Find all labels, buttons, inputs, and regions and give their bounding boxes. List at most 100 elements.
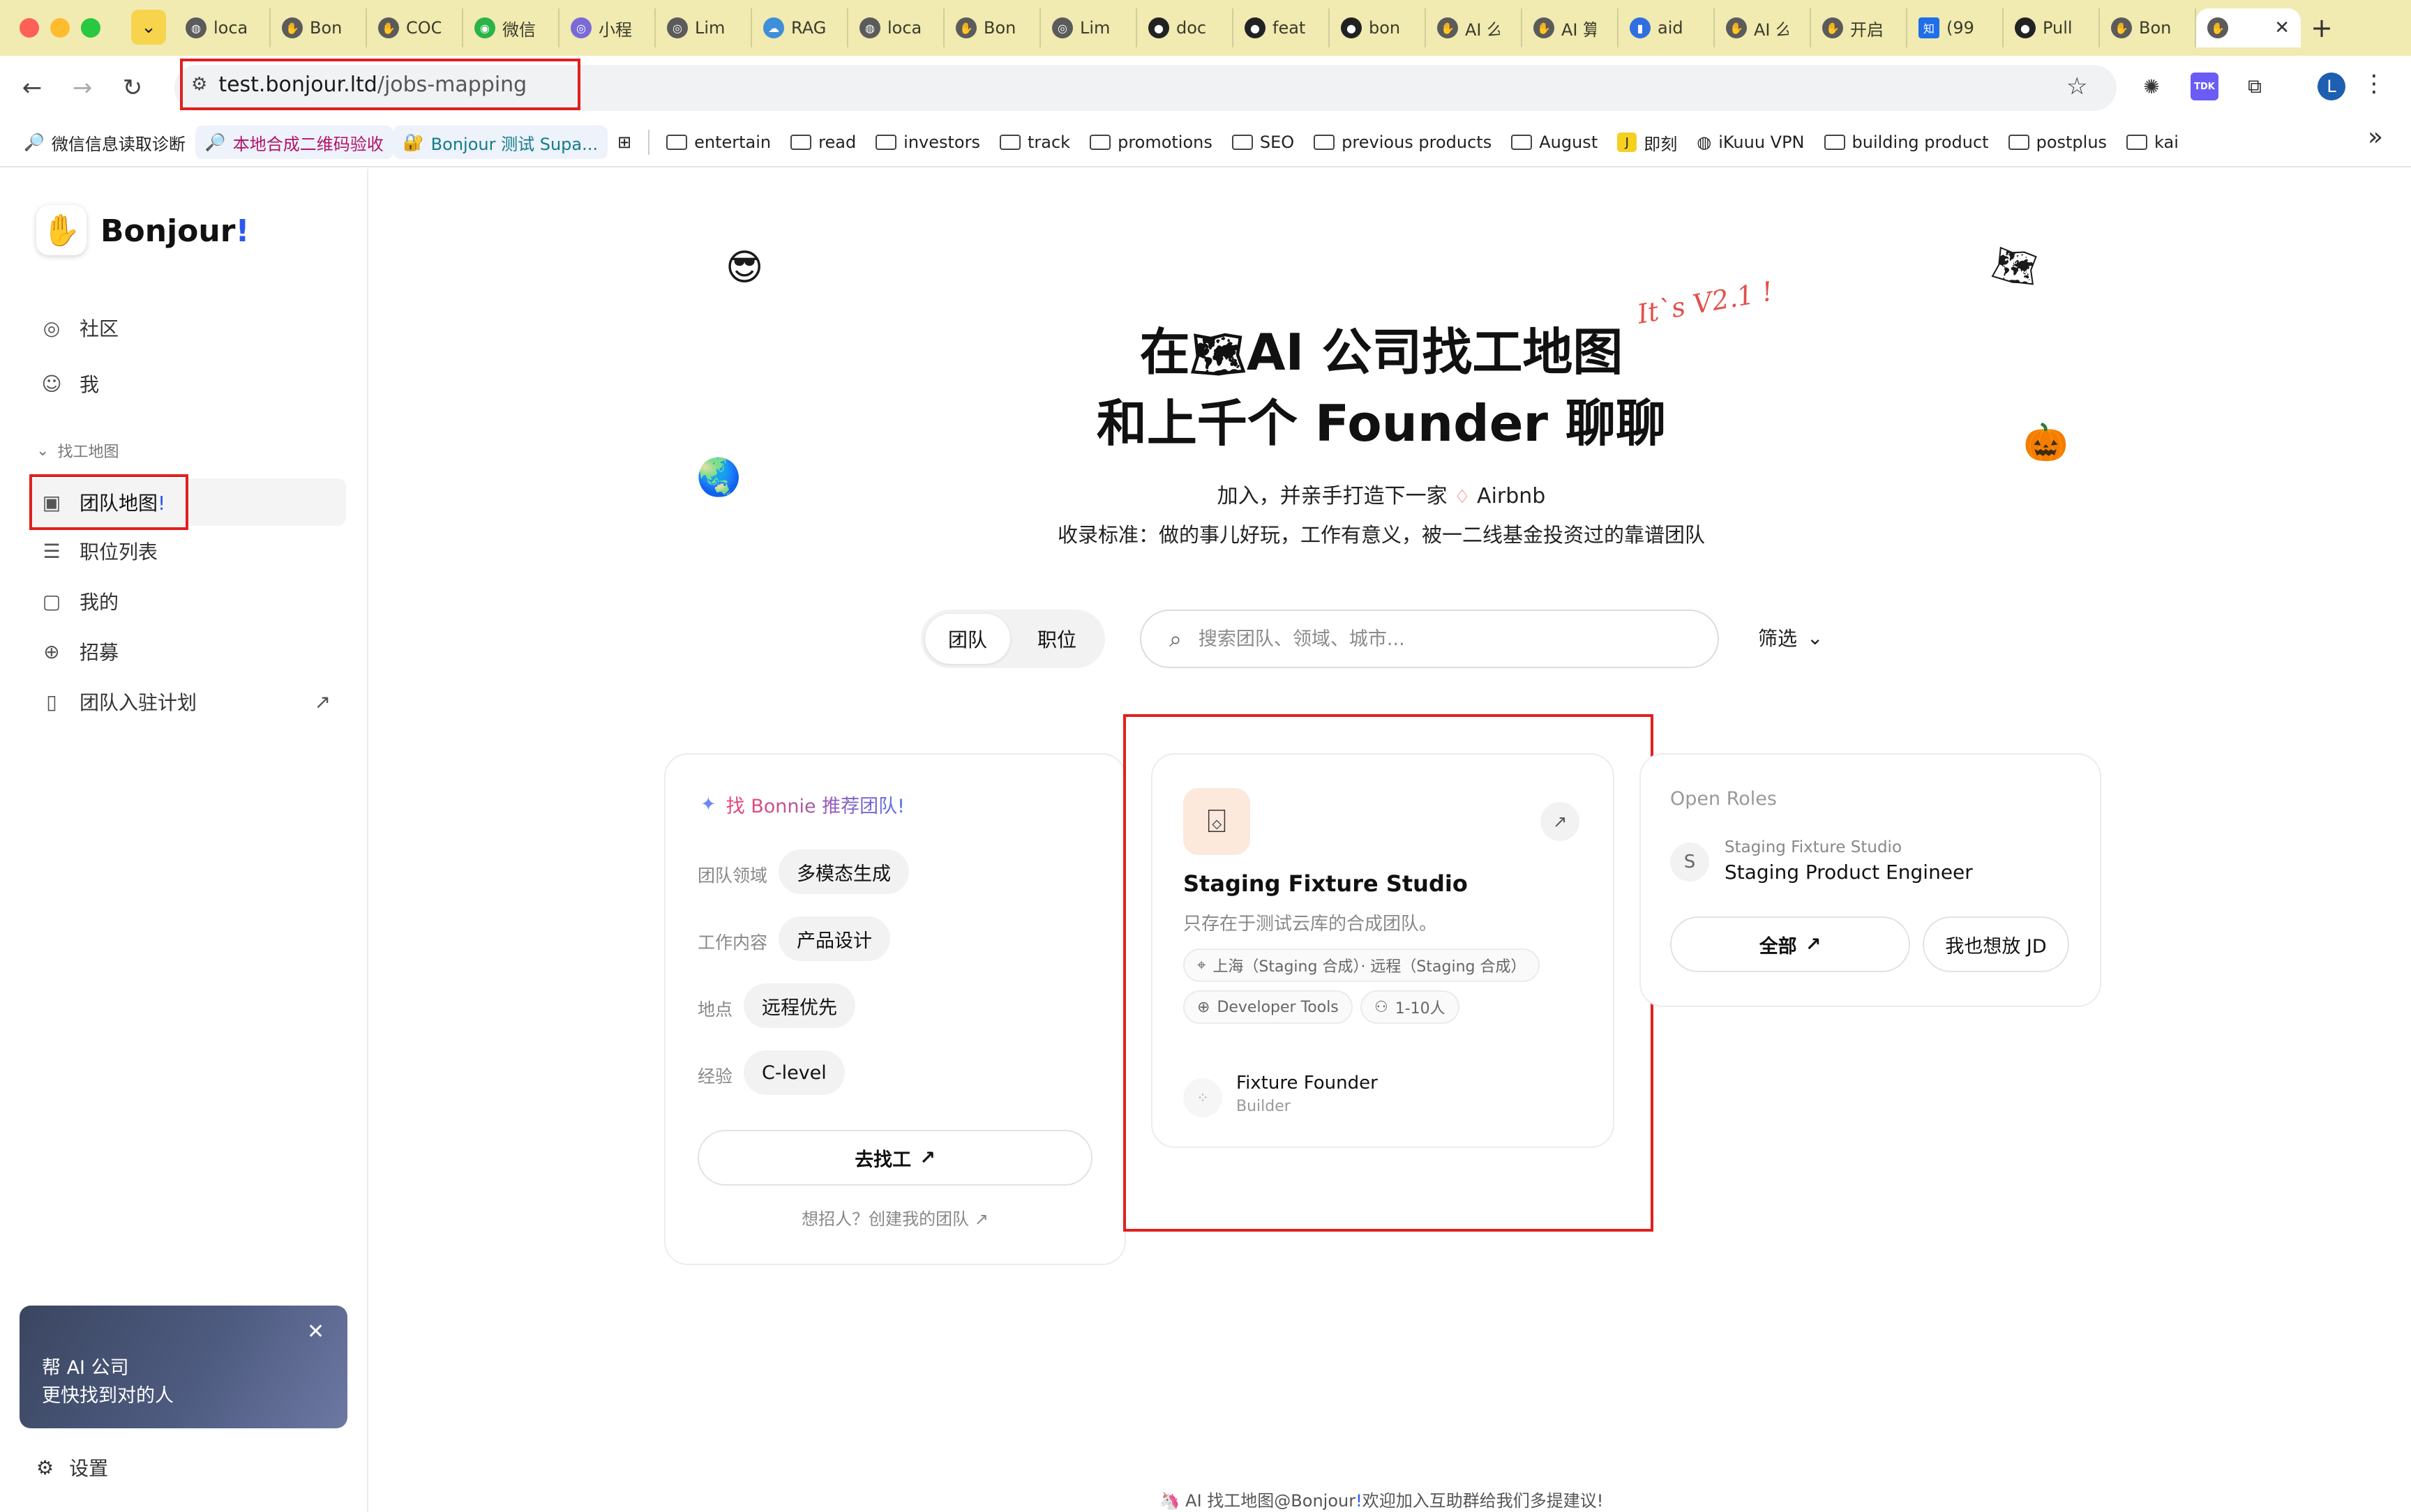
browser-tab[interactable]: ☁ RAG <box>752 8 848 47</box>
create-team-link[interactable]: 想招人？创建我的团队 ↗ <box>664 1205 1126 1230</box>
bookmark-item[interactable]: J 即刻 <box>1607 126 1687 159</box>
browser-tab[interactable]: ● bon <box>1330 8 1426 47</box>
title-part: 在 <box>1139 323 1190 381</box>
bookmark-folder[interactable]: promotions <box>1080 126 1222 159</box>
site-settings-icon[interactable]: ⚙ <box>191 74 207 95</box>
chatgpt-extension-icon[interactable]: ✺ <box>2138 73 2165 100</box>
close-icon[interactable]: ✕ <box>307 1320 324 1344</box>
more-menu-icon[interactable]: ⋮ <box>2362 70 2386 98</box>
bonjour-icon: ✋ <box>378 17 399 38</box>
logo-text[interactable]: Bonjour! <box>100 213 250 249</box>
folder-icon <box>1824 135 1845 150</box>
folder-icon <box>2126 135 2148 150</box>
browser-tab[interactable]: ✋ AI 么 <box>1715 8 1811 47</box>
forward-button[interactable]: → <box>66 71 99 105</box>
browser-tab[interactable]: ● feat <box>1233 8 1330 47</box>
browser-tab[interactable]: ✋ Bon <box>945 8 1041 47</box>
sidebar-item-mine[interactable]: ▢ 我的 <box>36 577 346 625</box>
bookmark-folder[interactable]: track <box>990 126 1080 159</box>
browser-tab[interactable]: ✋ Bon <box>2100 8 2196 47</box>
bonjour-icon: ✋ <box>2111 17 2132 38</box>
field-label: 经验 <box>698 1066 733 1087</box>
sidebar-item-recruit[interactable]: ⊕ 招募 <box>36 628 346 675</box>
filter-dropdown[interactable]: 筛选 ⌄ <box>1758 623 1823 651</box>
tdk-extension-icon[interactable]: TDK <box>2191 73 2218 100</box>
window-close-button[interactable] <box>20 18 39 38</box>
bookmark-folder[interactable]: read <box>781 126 866 159</box>
tab-label: Pull <box>2043 18 2073 38</box>
browser-tab[interactable]: ✋ AI 算 <box>1522 8 1618 47</box>
bookmark-folder[interactable]: SEO <box>1222 126 1304 159</box>
browser-tab[interactable]: ● Pull <box>2004 8 2100 47</box>
browser-tab-active[interactable]: ✋ ✕ <box>2196 8 2301 47</box>
bookmark-folder[interactable]: previous products <box>1304 126 1501 159</box>
tab-role[interactable]: 职位 <box>1013 614 1101 664</box>
bookmark-item[interactable]: 🔐 Bonjour 测试 Supa... <box>393 126 608 159</box>
sidebar-item-me[interactable]: ☺ 我 <box>36 360 346 407</box>
bookmarks-overflow-icon[interactable]: » <box>2368 123 2383 151</box>
bookmark-folder[interactable]: postplus <box>1999 126 2117 159</box>
plus-circle-icon: ⊕ <box>43 640 60 663</box>
bonjour-logo-icon[interactable]: ✋ <box>36 205 87 255</box>
role-title[interactable]: Staging Product Engineer <box>1725 861 1973 884</box>
bookmark-item[interactable]: 🔎 微信信息读取诊断 <box>14 126 195 159</box>
close-tab-icon[interactable]: ✕ <box>2274 17 2290 38</box>
bookmark-folder[interactable]: kai <box>2117 126 2188 159</box>
bookmark-item[interactable]: ◍ iKuuu VPN <box>1687 126 1814 159</box>
bookmark-label: kai <box>2154 133 2179 152</box>
tab-team[interactable]: 团队 <box>925 614 1010 664</box>
bookmark-item[interactable]: 🔎 本地合成二维码验收 <box>195 126 393 159</box>
sidebar-item-team-onboarding[interactable]: ▯ 团队入驻计划 ↗ <box>36 678 346 725</box>
bookmark-star-icon[interactable]: ☆ <box>2066 73 2087 100</box>
browser-tab[interactable]: ◍ loca <box>848 8 945 47</box>
bookmark-folder[interactable]: investors <box>866 126 990 159</box>
browser-tab[interactable]: ✋ 开启 <box>1811 8 1907 47</box>
filter-chip-experience[interactable]: C-level <box>744 1050 845 1095</box>
puzzle-icon[interactable]: ⧉ <box>2241 73 2269 100</box>
filter-chip-location[interactable]: 远程优先 <box>744 983 855 1028</box>
browser-tab[interactable]: 知 (99 <box>1907 8 2004 47</box>
field-label: 工作内容 <box>698 932 768 953</box>
search-input[interactable] <box>1198 628 1645 650</box>
browser-tab[interactable]: ◎ 小程 <box>559 8 656 47</box>
footer-note[interactable]: 🦄 AI 找工地图@Bonjour!欢迎加入互助群给我们多提建议! <box>837 1487 1925 1511</box>
post-jd-button[interactable]: 我也想放 JD <box>1923 916 2069 972</box>
filter-chip-domain[interactable]: 多模态生成 <box>779 849 909 894</box>
search-box[interactable]: ⌕ <box>1140 610 1719 668</box>
browser-tab[interactable]: ● doc <box>1137 8 1233 47</box>
sidebar-item-label: 团队入驻计划 <box>80 691 197 714</box>
promo-line: 更快找到对的人 <box>42 1385 174 1407</box>
bookmark-folder[interactable]: building product <box>1815 126 1999 159</box>
airbnb-icon: ♢ <box>1454 487 1471 508</box>
all-roles-button[interactable]: 全部 ↗ <box>1670 916 1910 972</box>
browser-tab[interactable]: ✋ COC <box>367 8 463 47</box>
bookmark-folder[interactable]: August <box>1501 126 1607 159</box>
tab-label: (99 <box>1946 18 1974 38</box>
browser-tab[interactable]: ◎ Lim <box>656 8 752 47</box>
settings-button[interactable]: ⚙ 设置 <box>36 1453 108 1481</box>
sidebar-section-jobs-map[interactable]: ⌄ 找工地图 <box>36 439 119 462</box>
browser-tab[interactable]: ✋ Bon <box>271 8 367 47</box>
browser-tab[interactable]: ◎ Lim <box>1041 8 1137 47</box>
sidebar-item-job-list[interactable]: ☰ 职位列表 <box>36 527 346 575</box>
apps-button[interactable]: ⊞ <box>608 126 641 159</box>
back-button[interactable]: ← <box>15 71 49 105</box>
unicorn-icon: 🦄 <box>1159 1491 1180 1511</box>
browser-tab[interactable]: ▮ aid <box>1618 8 1715 47</box>
filter-chip-work[interactable]: 产品设计 <box>779 916 890 961</box>
profile-avatar[interactable]: L <box>2318 73 2345 100</box>
new-tab-button[interactable]: + <box>2302 8 2341 47</box>
bookmark-folder[interactable]: entertain <box>656 126 781 159</box>
go-find-job-button[interactable]: 去找工 ↗ <box>698 1130 1092 1186</box>
reload-button[interactable]: ↻ <box>116 71 149 105</box>
window-maximize-button[interactable] <box>81 18 100 38</box>
window-minimize-button[interactable] <box>50 18 70 38</box>
url-highlight[interactable]: ⚙ test.bonjour.ltd/jobs-mapping <box>180 59 580 110</box>
browser-tab[interactable]: ◍ loca <box>174 8 271 47</box>
sidebar-item-label: 我 <box>80 373 100 396</box>
browser-tab[interactable]: ✋ AI 么 <box>1426 8 1522 47</box>
browser-tab[interactable]: ◉ 微信 <box>463 8 559 47</box>
sidebar-item-community[interactable]: ◎ 社区 <box>36 304 346 351</box>
bonjour-icon: ✋ <box>2207 17 2228 38</box>
tab-search-button[interactable]: ⌄ <box>131 10 166 45</box>
